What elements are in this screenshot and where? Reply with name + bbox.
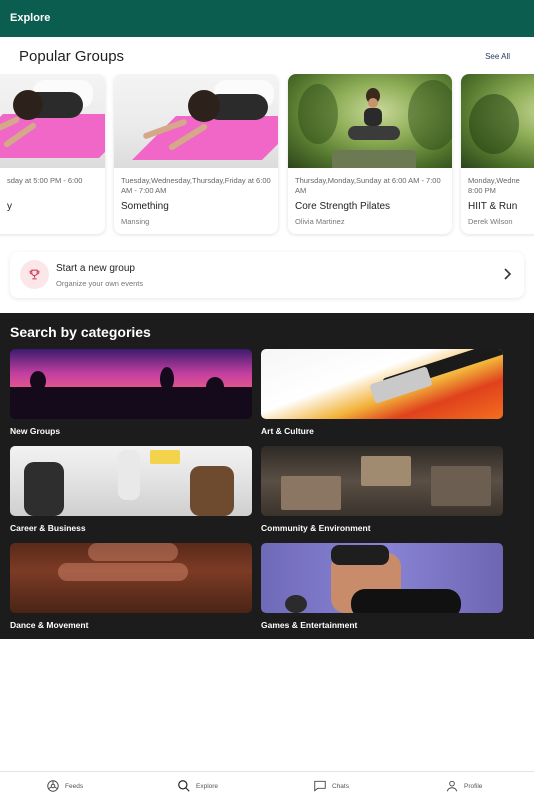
bottom-navigation: Feeds Explore Chats Profile [0,771,534,800]
group-name: Core Strength Pilates [295,201,391,212]
top-app-bar: Explore [0,0,534,37]
explore-screen: Explore Popular Groups See All sday at 5… [0,0,534,800]
category-label: Games & Entertainment [261,620,358,630]
group-card[interactable]: Tuesday,Wednesday,Thursday,Friday at 6:0… [114,74,278,234]
group-image [0,74,105,168]
group-schedule: Thursday,Monday,Sunday at 6:00 AM - 7:00… [295,176,441,195]
nav-profile[interactable]: Profile [445,779,505,795]
category-label: Dance & Movement [10,620,89,630]
category-image [261,349,503,419]
nav-feeds[interactable]: Feeds [46,779,106,795]
nav-chats[interactable]: Chats [313,779,373,795]
category-art-culture[interactable]: Art & Culture [261,349,503,436]
category-image [10,446,252,516]
new-group-title: Start a new group [56,263,135,274]
group-card[interactable]: Thursday,Monday,Sunday at 6:00 AM - 7:00… [288,74,452,234]
page-title: Explore [10,12,51,24]
category-image [261,446,503,516]
category-career-business[interactable]: Career & Business [10,446,252,533]
category-community-environment[interactable]: Community & Environment [261,446,503,533]
category-label: New Groups [10,426,61,436]
category-games-entertainment[interactable]: Games & Entertainment [261,543,503,630]
search-icon [178,780,190,792]
group-host: Derek Wilson [468,217,513,226]
group-image [114,74,278,168]
chevron-right-icon [504,268,512,280]
categories-section: Search by categories New Groups Art & Cu… [0,313,534,639]
start-new-group-button[interactable]: Start a new group Organize your own even… [10,252,524,298]
group-image [461,74,534,168]
chat-icon [314,780,326,792]
profile-icon [446,780,458,792]
nav-label: Profile [464,783,483,790]
category-image [10,349,252,419]
group-schedule: Tuesday,Wednesday,Thursday,Friday at 6:0… [121,176,271,195]
group-card[interactable]: sday at 5:00 PM - 6:00 y [0,74,105,234]
section-title: Popular Groups [19,48,125,65]
group-host: Mansing [121,217,150,226]
categories-title: Search by categories [10,324,151,340]
category-label: Community & Environment [261,523,371,533]
category-label: Art & Culture [261,426,314,436]
group-schedule: sday at 5:00 PM - 6:00 [7,176,83,185]
trophy-icon [20,260,49,289]
group-image [288,74,452,168]
new-group-subtitle: Organize your own events [56,279,144,288]
popular-groups-carousel[interactable]: sday at 5:00 PM - 6:00 y Tuesday,Wednesd… [0,74,534,237]
popular-groups-header: Popular Groups See All [0,37,534,73]
group-name: Something [121,201,169,212]
category-label: Career & Business [10,523,86,533]
feeds-icon [47,780,59,792]
category-new-groups[interactable]: New Groups [10,349,252,436]
group-name: y [7,201,12,212]
group-host: Olivia Martinez [295,217,345,226]
nav-label: Explore [196,783,219,790]
nav-label: Chats [332,783,349,790]
see-all-link[interactable]: See All [485,52,510,61]
group-schedule: Monday,Wedne 8:00 PM [468,176,520,195]
category-image [10,543,252,613]
category-image [261,543,503,613]
nav-label: Feeds [65,783,84,790]
nav-explore[interactable]: Explore [177,779,237,795]
category-dance-movement[interactable]: Dance & Movement [10,543,252,630]
group-card[interactable]: Monday,Wedne 8:00 PM HIIT & Run Derek Wi… [461,74,534,234]
group-name: HIIT & Run [468,201,518,212]
